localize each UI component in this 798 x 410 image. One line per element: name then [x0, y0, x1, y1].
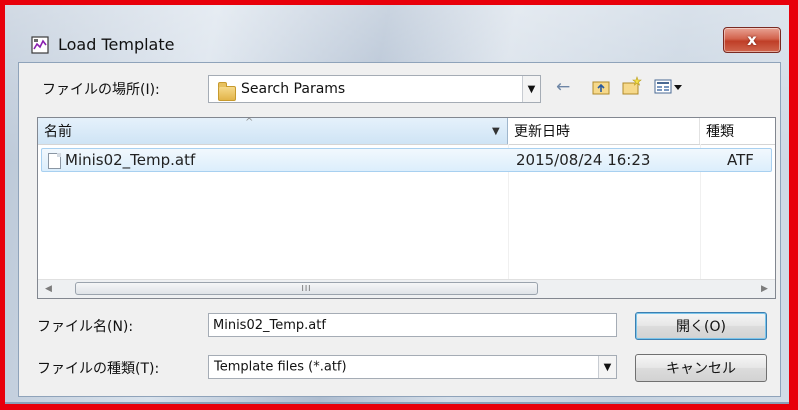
- look-in-value: Search Params: [241, 81, 346, 97]
- back-icon[interactable]: ←: [556, 79, 570, 96]
- filetype-value: Template files (*.atf): [214, 359, 347, 375]
- scroll-right-icon[interactable]: ▶: [756, 281, 773, 297]
- view-menu-icon[interactable]: [654, 79, 684, 95]
- chevron-down-icon[interactable]: ▼: [598, 356, 616, 378]
- window-bottom-border: [5, 402, 789, 404]
- column-dropdown-icon[interactable]: ▼: [492, 126, 500, 137]
- scroll-left-icon[interactable]: ◀: [40, 281, 57, 297]
- chevron-down-icon[interactable]: ▼: [522, 76, 540, 102]
- horizontal-scrollbar[interactable]: ◀ III ▶: [38, 279, 775, 298]
- open-button[interactable]: 開く(O): [635, 312, 767, 340]
- filetype-label: ファイルの種類(T):: [37, 361, 160, 377]
- close-button[interactable]: x: [723, 27, 781, 53]
- new-folder-icon[interactable]: [621, 75, 643, 97]
- up-folder-icon[interactable]: [591, 77, 611, 97]
- filename-input[interactable]: Minis02_Temp.atf: [208, 313, 617, 337]
- filetype-combo[interactable]: Template files (*.atf) ▼: [208, 355, 617, 379]
- column-header-modified[interactable]: 更新日時: [508, 118, 700, 144]
- file-name: Minis02_Temp.atf: [65, 151, 196, 169]
- look-in-combo[interactable]: Search Params ▼: [208, 75, 541, 103]
- look-in-label: ファイルの場所(I):: [42, 82, 160, 98]
- title-bar[interactable]: Load Template x: [5, 5, 789, 54]
- window-frame: Load Template x ファイルの場所(I): Search Param…: [5, 5, 789, 404]
- file-icon: [48, 153, 61, 169]
- window-title: Load Template: [58, 35, 175, 54]
- app-icon: [31, 36, 49, 54]
- column-header-type[interactable]: 種類: [700, 118, 775, 144]
- close-icon: x: [747, 31, 757, 49]
- file-row[interactable]: Minis02_Temp.atf 2015/08/24 16:23 ATF: [41, 148, 772, 172]
- column-header-name[interactable]: 名前 ^ ▼: [38, 118, 508, 144]
- scroll-thumb[interactable]: III: [75, 282, 538, 295]
- folder-icon: [218, 82, 236, 101]
- file-modified: 2015/08/24 16:23: [516, 151, 651, 169]
- file-type: ATF: [727, 151, 754, 169]
- filename-label: ファイル名(N):: [37, 319, 134, 335]
- list-header: 名前 ^ ▼ 更新日時 種類: [38, 118, 775, 145]
- cancel-button[interactable]: キャンセル: [635, 354, 767, 382]
- file-list[interactable]: 名前 ^ ▼ 更新日時 種類 Minis02_Temp.atf 2015/08/…: [37, 117, 776, 299]
- sort-ascending-icon: ^: [245, 117, 254, 128]
